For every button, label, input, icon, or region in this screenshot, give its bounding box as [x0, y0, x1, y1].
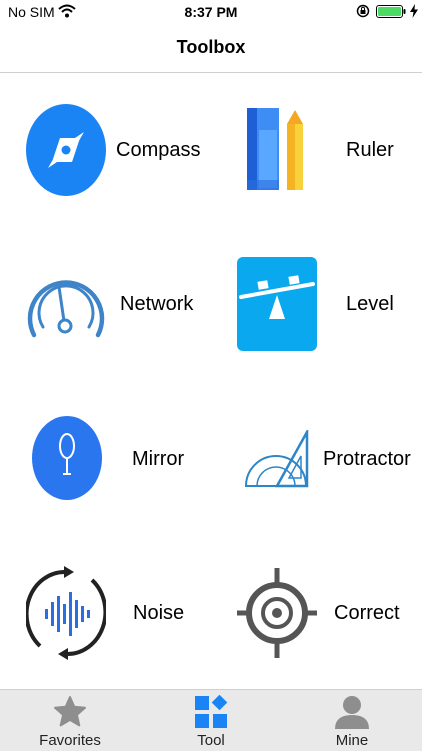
noise-icon: [26, 566, 106, 660]
tool-label-mirror: Mirror: [132, 448, 185, 470]
status-bar: No SIM 8:37 PM: [0, 0, 422, 24]
navigation-bar: Toolbox: [0, 24, 422, 73]
tool-label-protractor: Protractor: [323, 448, 411, 470]
tool-label-network: Network: [120, 293, 194, 315]
tool-noise[interactable]: Noise: [0, 540, 211, 690]
tool-mirror[interactable]: Mirror: [0, 388, 211, 538]
tool-label-compass: Compass: [116, 139, 201, 161]
crosshair-icon: [237, 568, 317, 658]
tab-label-favorites: Favorites: [39, 732, 101, 749]
tool-level[interactable]: Level: [211, 233, 422, 383]
compass-icon: [26, 104, 106, 196]
tab-mine[interactable]: Mine: [282, 690, 422, 751]
tool-label-level: Level: [346, 293, 394, 315]
star-icon: [54, 696, 86, 727]
protractor-icon: [245, 430, 309, 488]
network-gauge-icon: [27, 280, 105, 338]
level-icon: [237, 257, 317, 351]
ruler-icon: [247, 108, 303, 190]
tool-network[interactable]: Network: [0, 233, 211, 383]
battery-icon: [376, 5, 406, 18]
tab-label-tool: Tool: [197, 732, 225, 749]
person-icon: [335, 696, 369, 729]
tool-label-correct: Correct: [334, 602, 400, 624]
tool-correct[interactable]: Correct: [211, 540, 422, 690]
tool-protractor[interactable]: Protractor: [211, 388, 422, 538]
grid-icon: [195, 695, 228, 728]
charging-bolt-icon: [410, 4, 418, 18]
tab-label-mine: Mine: [335, 732, 369, 749]
page-title: Toolbox: [176, 37, 246, 57]
tab-bar: Favorites Tool Mine: [0, 689, 422, 751]
tab-favorites[interactable]: Favorites: [0, 690, 140, 751]
tool-label-noise: Noise: [133, 602, 185, 624]
tool-ruler[interactable]: Ruler: [211, 80, 422, 230]
mirror-icon: [32, 416, 102, 500]
tool-label-ruler: Ruler: [346, 139, 394, 161]
tool-compass[interactable]: Compass: [0, 80, 211, 230]
tab-tool[interactable]: Tool: [141, 690, 281, 751]
orientation-lock-icon: [356, 4, 370, 18]
